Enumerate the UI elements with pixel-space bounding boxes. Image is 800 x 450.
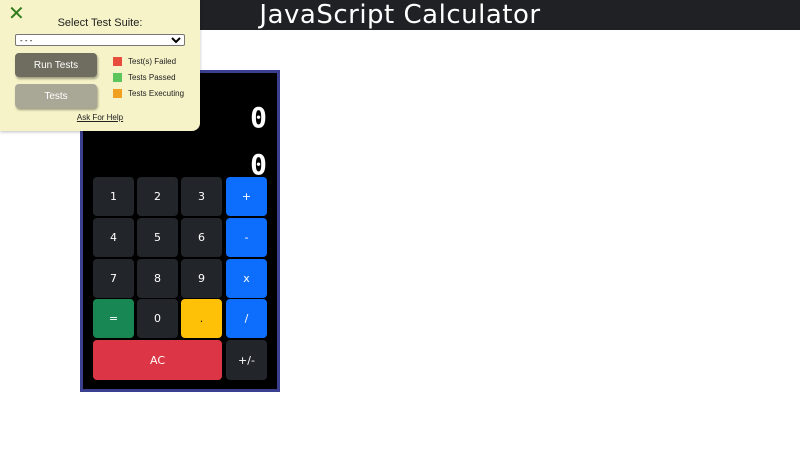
select-test-suite-label: Select Test Suite: <box>57 17 143 29</box>
page-title: JavaScript Calculator <box>259 0 541 30</box>
add-button[interactable]: + <box>226 177 267 216</box>
zero-button[interactable]: 0 <box>137 299 178 338</box>
formula-display-value: 0 <box>250 101 267 134</box>
equals-button[interactable]: = <box>93 299 134 338</box>
ask-for-help-link[interactable]: Ask For Help <box>0 113 200 122</box>
legend-passed: Tests Passed <box>113 73 176 82</box>
two-button[interactable]: 2 <box>137 177 178 216</box>
passed-swatch <box>113 73 122 82</box>
subtract-button[interactable]: - <box>226 218 267 257</box>
legend-executing-label: Tests Executing <box>128 89 185 98</box>
negate-button[interactable]: +/- <box>226 340 267 380</box>
executing-swatch <box>113 89 122 98</box>
tests-button[interactable]: Tests <box>15 84 97 108</box>
five-button[interactable]: 5 <box>137 218 178 257</box>
divide-button[interactable]: / <box>226 299 267 338</box>
seven-button[interactable]: 7 <box>93 259 134 298</box>
legend-failed: Test(s) Failed <box>113 57 176 66</box>
test-suite-panel: ✕ Select Test Suite: - - - Run Tests Tes… <box>0 0 200 131</box>
legend-failed-label: Test(s) Failed <box>128 57 177 66</box>
legend-executing: Tests Executing <box>113 89 184 98</box>
one-button[interactable]: 1 <box>93 177 134 216</box>
four-button[interactable]: 4 <box>93 218 134 257</box>
run-tests-button[interactable]: Run Tests <box>15 53 97 77</box>
clear-button[interactable]: AC <box>93 340 222 380</box>
eight-button[interactable]: 8 <box>137 259 178 298</box>
three-button[interactable]: 3 <box>181 177 222 216</box>
test-suite-select[interactable]: - - - <box>15 34 185 46</box>
six-button[interactable]: 6 <box>181 218 222 257</box>
nine-button[interactable]: 9 <box>181 259 222 298</box>
legend-passed-label: Tests Passed <box>128 73 176 82</box>
multiply-button[interactable]: x <box>226 259 267 298</box>
failed-swatch <box>113 57 122 66</box>
decimal-button[interactable]: . <box>181 299 222 338</box>
formula-display: 0 <box>250 101 267 134</box>
